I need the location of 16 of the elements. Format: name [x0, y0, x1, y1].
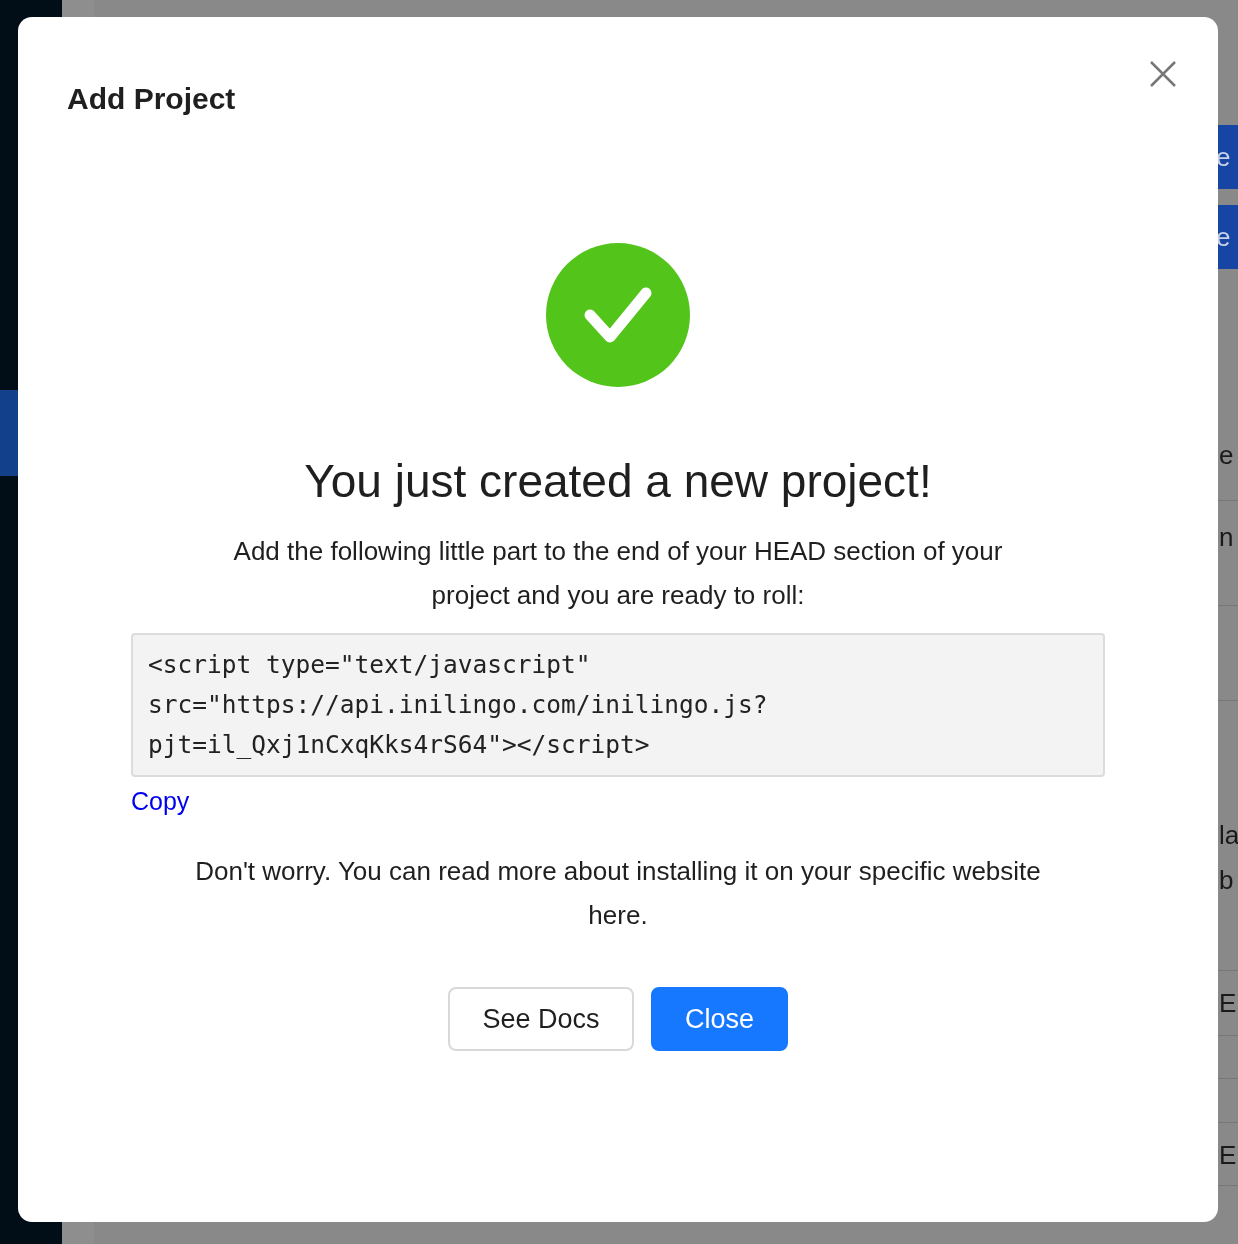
copy-link[interactable]: Copy: [131, 783, 190, 819]
table-text: n: [1219, 522, 1234, 552]
table-text: E: [1219, 988, 1237, 1018]
see-docs-button[interactable]: See Docs: [448, 987, 634, 1051]
sidebar-item[interactable]: [0, 390, 20, 476]
dialog-title: Add Project: [67, 81, 236, 117]
instructions-text: Add the following little part to the end of your HEAD section of your project and you are ready to roll:: [232, 535, 1004, 612]
table-text: e: [1219, 440, 1234, 470]
note-text: Don't worry. You can read more about installing it on your specific website here.: [194, 855, 1042, 932]
table-text: b: [1219, 865, 1234, 895]
close-icon[interactable]: [1148, 59, 1178, 89]
success-heading: You just created a new project!: [304, 454, 932, 509]
close-button[interactable]: Close: [651, 987, 788, 1051]
code-block: <script type="text/javascript" src="https://api.inilingo.com/inilingo.js?pjt=il_Qxj1nCxqKks4rS64"></script>: [131, 633, 1105, 777]
table-text: E: [1219, 1140, 1237, 1170]
success-check-icon: [546, 243, 690, 387]
